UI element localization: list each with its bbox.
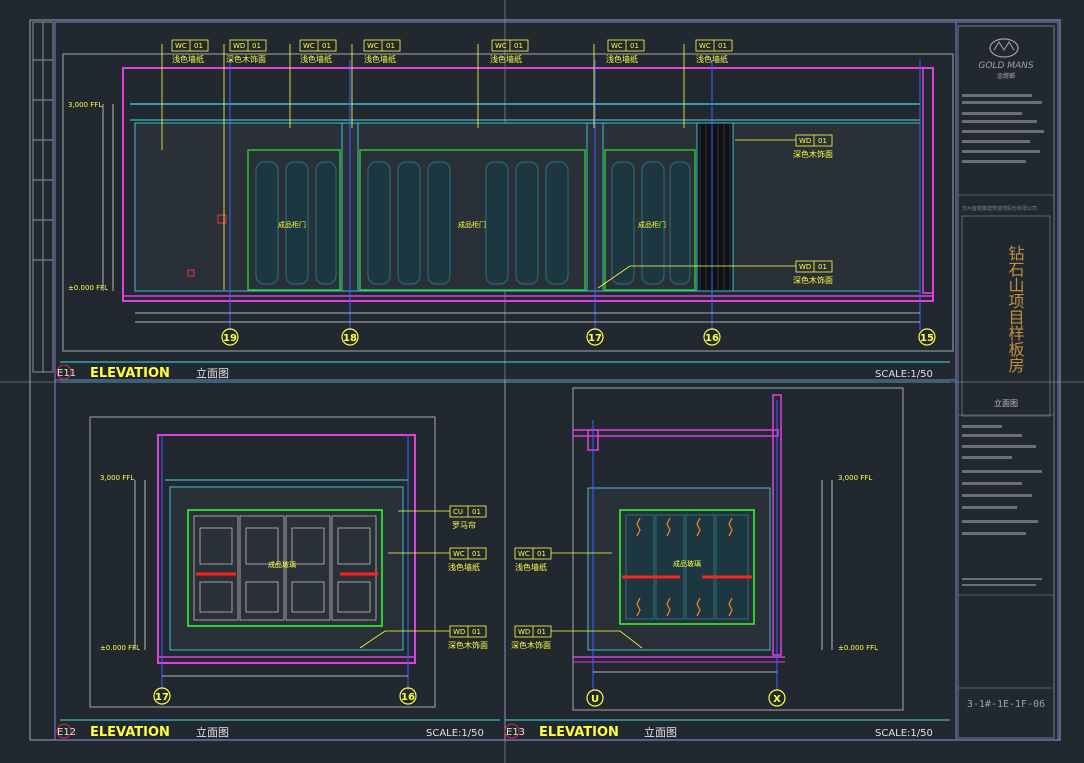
e12-grid-16: 16 [401,692,415,703]
svg-text:WC: WC [367,42,379,50]
e12-title: ELEVATION [90,725,170,740]
svg-text:01: 01 [818,263,827,271]
svg-text:深色木饰面: 深色木饰面 [793,275,833,285]
e13-glass-label: 成品玻璃 [673,559,701,568]
e13-ceiling-level: 3,000 FFL [838,474,872,482]
e11-grid-16: 16 [705,333,719,344]
svg-text:WD: WD [233,42,245,50]
svg-text:浅色墙纸: 浅色墙纸 [364,54,396,64]
svg-text:WC: WC [303,42,315,50]
svg-text:01: 01 [472,628,481,636]
svg-text:01: 01 [194,42,203,50]
svg-text:WC: WC [453,550,465,558]
svg-text:01: 01 [514,42,523,50]
svg-text:浅色墙纸: 浅色墙纸 [300,54,332,64]
e13-floor-level: ±0.000 FFL [838,644,878,652]
e11-grid-15: 15 [920,333,934,344]
e11-grid-markers [221,328,936,346]
e12-floor-level: ±0.000 FFL [100,644,140,652]
e11-grid-19: 19 [223,333,237,344]
svg-text:深色木饰面: 深色木饰面 [226,54,266,64]
e11-door-label-1: 成品柜门 [278,220,306,229]
svg-text:01: 01 [630,42,639,50]
goldmans-logo-icon [989,38,1019,58]
e11-tag-wc01-5: WC 01 浅色墙纸 [593,39,645,128]
e13-grid-x: X [773,694,781,705]
svg-text:深色木饰面: 深色木饰面 [793,149,833,159]
svg-text:01: 01 [537,628,546,636]
svg-text:CU: CU [453,508,463,516]
e11-tag-wc01-6: WC 01 浅色墙纸 [683,39,733,128]
e12-ceiling-level: 3,000 FFL [100,474,134,482]
elevation-e12: 成品玻璃 3,000 FFL ±0.000 FFL 17 16 CU 01 罗马… [56,416,500,740]
e12-scale: SCALE:1/50 [426,728,484,739]
e13-scale: SCALE:1/50 [875,728,933,739]
e11-subtitle: 立面图 [196,366,229,380]
svg-text:01: 01 [322,42,331,50]
svg-text:WC: WC [611,42,623,50]
e13-grid-u: U [591,694,599,705]
e13-subtitle: 立面图 [644,725,677,739]
svg-text:WD: WD [799,263,811,271]
e11-ceiling-level: 3,000 FFL [68,101,102,109]
e11-title: ELEVATION [90,366,170,381]
svg-text:浅色墙纸: 浅色墙纸 [448,562,480,572]
svg-text:浅色墙纸: 浅色墙纸 [515,562,547,572]
svg-text:WD: WD [453,628,465,636]
svg-text:浅色墙纸: 浅色墙纸 [172,54,204,64]
svg-text:罗马帘: 罗马帘 [452,520,476,530]
e12-subtitle: 立面图 [196,725,229,739]
svg-text:WD: WD [518,628,530,636]
svg-text:01: 01 [718,42,727,50]
svg-text:01: 01 [818,137,827,145]
e13-title: ELEVATION [539,725,619,740]
elevation-e13: 成品玻璃 3,000 FFL ±0.000 FFL U X WC 01 浅色墙纸… [504,387,950,740]
svg-text:深色木饰面: 深色木饰面 [448,640,488,650]
logo-text: GOLD MANS [978,61,1034,71]
drawing-title: 立面图 [994,398,1018,408]
svg-text:WD: WD [799,137,811,145]
e11-floor-level: ±0.000 FFL [68,284,108,292]
e11-scale: SCALE:1/50 [875,369,933,380]
project-title: 钻石山项目样板房 [1006,245,1025,374]
svg-text:WC: WC [699,42,711,50]
company-line: 苏州金螳螂建筑装饰股份有限公司 [962,205,1037,212]
svg-text:浅色墙纸: 浅色墙纸 [606,54,638,64]
svg-text:深色木饰面: 深色木饰面 [511,640,551,650]
e13-panel-id: E13 [506,727,525,738]
svg-text:浅色墙纸: 浅色墙纸 [696,54,728,64]
e12-glass-label: 成品玻璃 [268,560,296,569]
svg-text:01: 01 [537,550,546,558]
e11-grid-18: 18 [343,333,357,344]
e11-door-label-2: 成品柜门 [458,220,486,229]
drawing-number: 3-1#-1E-1F-06 [967,699,1045,710]
svg-text:浅色墙纸: 浅色墙纸 [490,54,522,64]
e11-door-label-3: 成品柜门 [638,220,666,229]
svg-text:01: 01 [472,550,481,558]
e11-tag-wc01-2: WC 01 浅色墙纸 [289,39,337,128]
e12-panel-id: E12 [57,727,76,738]
svg-text:01: 01 [252,42,261,50]
svg-text:WC: WC [518,550,530,558]
e11-grid-17: 17 [588,333,602,344]
e11-tag-wc01-3: WC 01 浅色墙纸 [351,39,401,128]
cad-drawing-canvas: 3,000 FFL ±0.000 FFL 成品柜门 成品柜门 成品柜门 19 1… [0,0,1084,763]
svg-text:01: 01 [386,42,395,50]
svg-text:WC: WC [495,42,507,50]
svg-text:01: 01 [472,508,481,516]
svg-text:WC: WC [175,42,187,50]
e11-panel-id: E11 [57,368,76,379]
e12-tag-cu01: CU 01 罗马帘 [398,505,487,530]
e11-tag-wc01-4: WC 01 浅色墙纸 [477,39,529,128]
logo-sub: 金螳螂 [997,72,1015,80]
e12-grid-17: 17 [155,692,169,703]
